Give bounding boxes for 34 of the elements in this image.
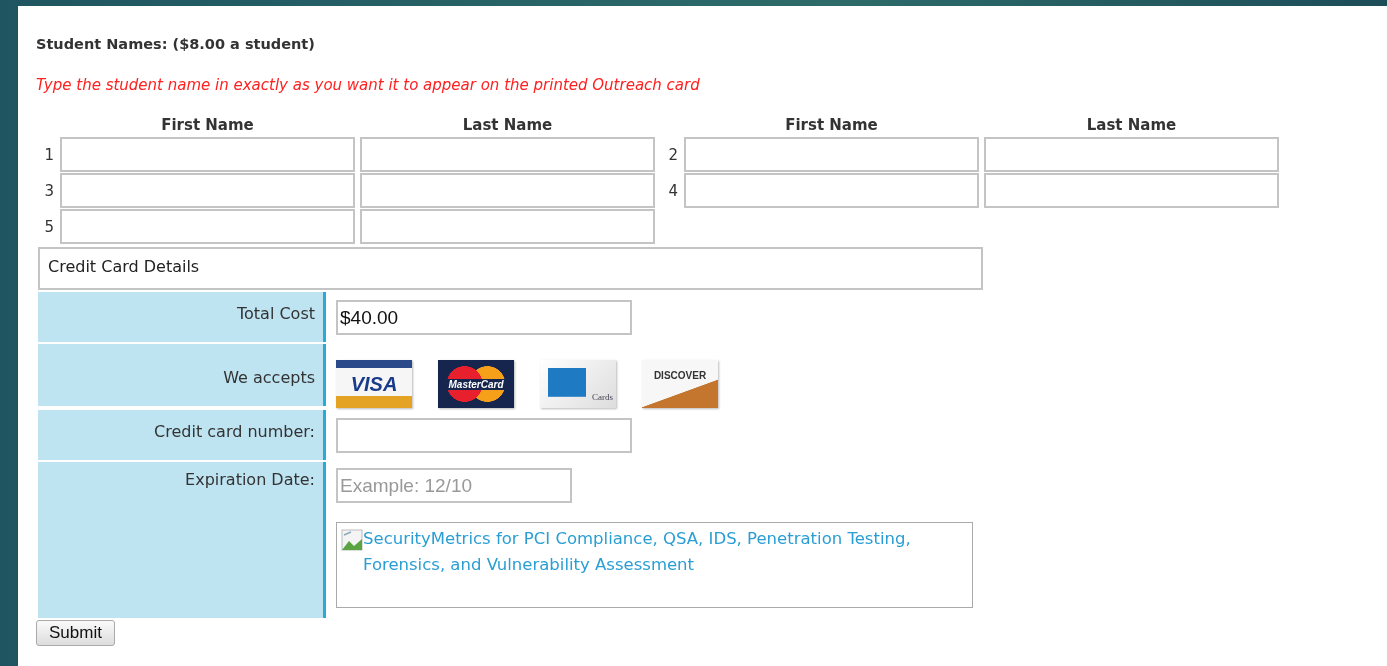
column-header: First Name xyxy=(160,116,255,134)
card-logo: VISA xyxy=(336,360,412,408)
column-header: Last Name xyxy=(461,116,554,134)
section-heading: Student Names: ($8.00 a student) xyxy=(36,36,316,52)
expiration-field[interactable]: Example: 12/10 xyxy=(336,468,572,503)
row-number: 2 xyxy=(667,145,679,164)
text-field[interactable] xyxy=(336,418,632,453)
last-name-field[interactable] xyxy=(360,137,655,172)
first-name-field[interactable] xyxy=(60,209,355,244)
row-number: 4 xyxy=(667,181,679,200)
row-number: 1 xyxy=(43,145,55,164)
instruction-text: Type the student name in exactly as you want it to appear on the printed Outreach card xyxy=(36,76,701,94)
row-number: 5 xyxy=(43,217,55,236)
last-name-field[interactable] xyxy=(984,137,1279,172)
label-cell: Credit card number: xyxy=(38,410,326,460)
first-name-field[interactable] xyxy=(684,137,979,172)
first-name-field[interactable] xyxy=(60,137,355,172)
row-number: 3 xyxy=(43,181,55,200)
label-cell: Total Cost xyxy=(38,292,326,342)
column-header: First Name xyxy=(784,116,879,134)
first-name-field[interactable] xyxy=(60,173,355,208)
submit-button[interactable]: Submit xyxy=(36,620,115,646)
last-name-field[interactable] xyxy=(360,209,655,244)
label-cell: Expiration Date: xyxy=(38,462,326,618)
last-name-field[interactable] xyxy=(984,173,1279,208)
card-logo: DISCOVER xyxy=(642,360,718,408)
card-logo: Cards xyxy=(540,360,616,408)
text-field[interactable]: $40.00 xyxy=(336,300,632,335)
column-header: Last Name xyxy=(1085,116,1178,134)
first-name-field[interactable] xyxy=(684,173,979,208)
label-cell: We accepts xyxy=(38,344,326,406)
last-name-field[interactable] xyxy=(360,173,655,208)
card-logo: MasterCard xyxy=(438,360,514,408)
section-title: Credit Card Details xyxy=(38,247,983,290)
